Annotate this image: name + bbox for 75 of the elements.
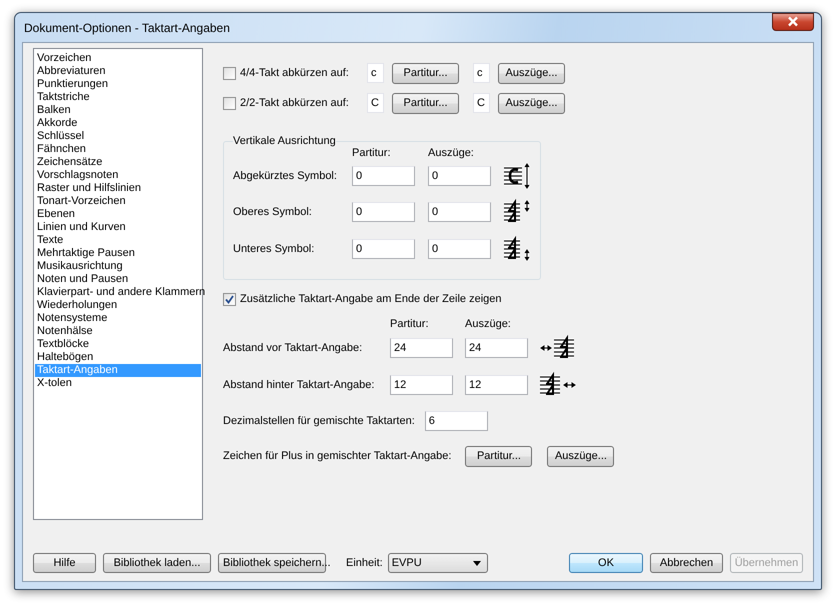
category-item[interactable]: Fähnchen: [35, 143, 201, 156]
field-label: Abgekürztes Symbol:: [233, 170, 338, 182]
symbol-button[interactable]: Auszüge...: [547, 446, 614, 466]
score-field[interactable]: 0: [352, 202, 415, 222]
unit-label: Einheit:: [346, 557, 383, 569]
checkbox-label: 2/2-Takt abkürzen auf:: [240, 97, 349, 109]
column-header: Partitur:: [352, 147, 392, 159]
unit-dropdown[interactable]: EVPU: [388, 553, 488, 573]
category-item[interactable]: Raster und Hilfslinien: [35, 182, 201, 195]
category-item[interactable]: Notenhälse: [35, 325, 201, 338]
category-item[interactable]: Musikausrichtung: [35, 260, 201, 273]
category-item[interactable]: Noten und Pausen: [35, 273, 201, 286]
symbol-field[interactable]: C: [473, 93, 490, 113]
category-item[interactable]: Textblöcke: [35, 338, 201, 351]
category-item[interactable]: Vorzeichen: [35, 52, 201, 65]
footer-button[interactable]: Hilfe: [33, 553, 96, 573]
field-label: Dezimalstellen für gemischte Taktarten:: [223, 415, 415, 427]
category-item[interactable]: Vorschlagsnoten: [35, 169, 201, 182]
group-title: Vertikale Ausrichtung: [233, 135, 336, 147]
column-header: Auszüge:: [428, 147, 475, 159]
category-item[interactable]: Abbreviaturen: [35, 65, 201, 78]
field-label: Unteres Symbol:: [233, 242, 316, 254]
category-item[interactable]: Texte: [35, 234, 201, 247]
score-field[interactable]: 0: [352, 166, 415, 186]
column-header: Auszüge:: [465, 318, 512, 330]
category-item[interactable]: X-tolen: [35, 377, 201, 390]
checkbox[interactable]: [223, 96, 236, 110]
dialog-button[interactable]: Abbrechen: [650, 553, 723, 573]
category-item[interactable]: Tonart-Vorzeichen: [35, 195, 201, 208]
checkbox[interactable]: [223, 66, 236, 80]
category-item[interactable]: Haltebögen: [35, 351, 201, 364]
parts-button[interactable]: Auszüge...: [498, 92, 565, 114]
parts-field[interactable]: 0: [428, 238, 491, 258]
field-label: Abstand vor Taktart-Angabe:: [223, 342, 364, 354]
parts-field[interactable]: 0: [428, 166, 491, 186]
category-item[interactable]: Akkorde: [35, 117, 201, 130]
common-time-icon: [504, 162, 532, 190]
dialog-button[interactable]: OK: [569, 553, 643, 573]
symbol-field[interactable]: C: [367, 93, 384, 113]
category-item[interactable]: Balken: [35, 104, 201, 117]
field-label: Abstand hinter Taktart-Angabe:: [223, 378, 376, 390]
category-item[interactable]: Wiederholungen: [35, 299, 201, 312]
score-field[interactable]: 24: [390, 338, 453, 358]
close-icon: [786, 16, 800, 27]
symbol-field[interactable]: c: [473, 63, 490, 83]
category-item[interactable]: Ebenen: [35, 208, 201, 221]
checkbox[interactable]: [223, 292, 236, 306]
category-item[interactable]: Schlüssel: [35, 130, 201, 143]
column-header: Partitur:: [390, 318, 430, 330]
parts-field[interactable]: 0: [428, 202, 491, 222]
score-button[interactable]: Partitur...: [392, 92, 459, 114]
category-item[interactable]: Mehrtaktige Pausen: [35, 247, 201, 260]
category-item[interactable]: Linien und Kurven: [35, 221, 201, 234]
close-button[interactable]: [772, 12, 814, 30]
category-item[interactable]: Taktstriche: [35, 91, 201, 104]
time-signature-icon: [504, 234, 532, 262]
footer-button[interactable]: Bibliothek laden...: [103, 553, 211, 573]
parts-button[interactable]: Auszüge...: [498, 62, 565, 84]
score-field[interactable]: 12: [390, 374, 453, 394]
checkbox-label: 4/4-Takt abkürzen auf:: [240, 67, 349, 79]
decimals-field[interactable]: 6: [424, 411, 488, 431]
parts-field[interactable]: 24: [465, 338, 528, 358]
score-button[interactable]: Partitur...: [392, 62, 459, 84]
checkbox-label: Zusätzliche Taktart-Angabe am Ende der Zeile zeigen: [240, 293, 502, 305]
symbol-field[interactable]: c: [367, 63, 384, 83]
symbol-button[interactable]: Partitur...: [465, 446, 532, 466]
category-item[interactable]: Notensysteme: [35, 312, 201, 325]
parts-field[interactable]: 12: [465, 374, 528, 394]
window-title: Dokument-Optionen - Taktart-Angaben: [23, 20, 230, 34]
score-field[interactable]: 0: [352, 238, 415, 258]
category-item[interactable]: Punktierungen: [35, 78, 201, 91]
dropdown-arrow-icon: [472, 560, 481, 566]
category-item[interactable]: Zeichensätze: [35, 156, 201, 169]
field-label: Oberes Symbol:: [233, 206, 313, 218]
field-label: Zeichen für Plus in gemischter Taktart-Angabe:: [223, 450, 452, 462]
